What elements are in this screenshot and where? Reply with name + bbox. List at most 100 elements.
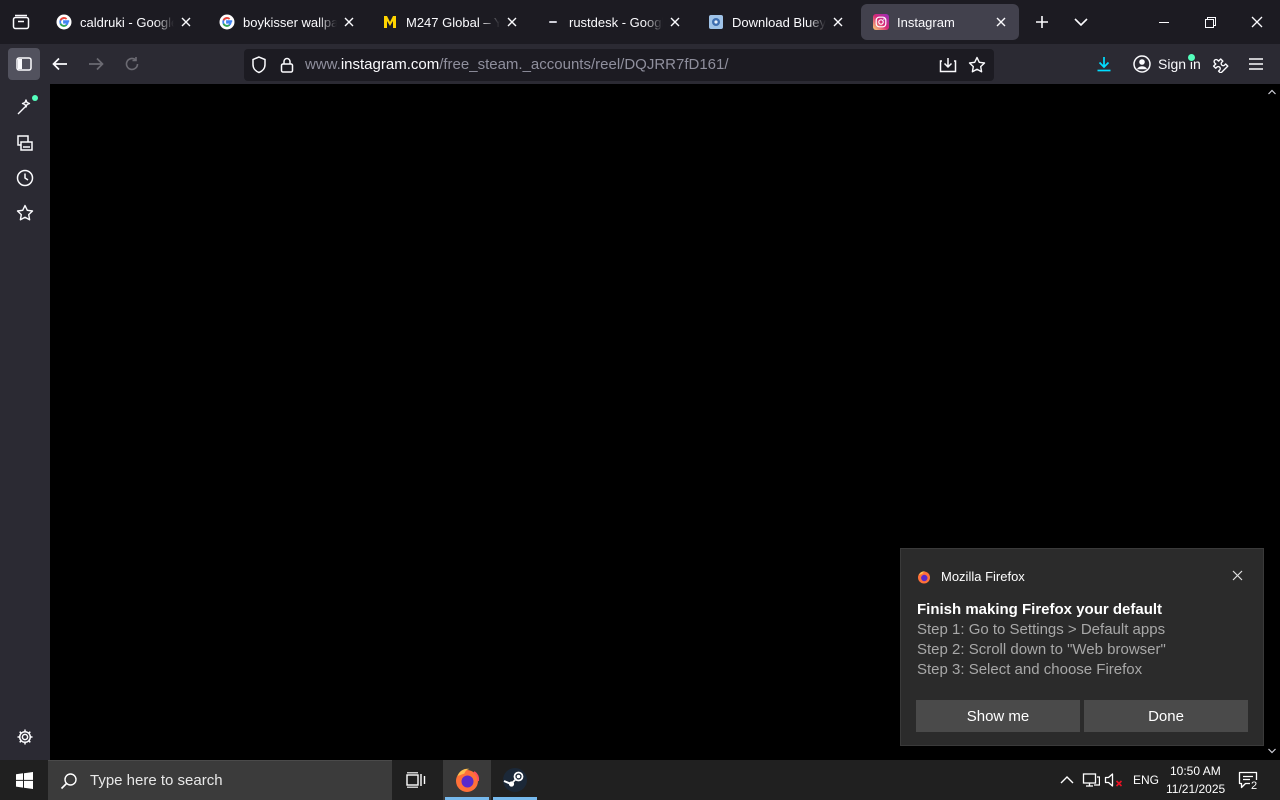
tab-title: Download Bluey Ph	[732, 14, 826, 30]
clock-time[interactable]: 10:50 AM	[1170, 764, 1221, 778]
tab-strip: caldruki - Google Se boykisser wallpaper…	[0, 0, 1280, 44]
ai-chatbot-button[interactable]	[9, 91, 41, 123]
notification-title: Finish making Firefox your default	[917, 601, 1163, 618]
scroll-down-arrow-icon[interactable]	[1268, 747, 1276, 755]
url-text[interactable]: www.instagram.com/free_steam._accounts/r…	[305, 56, 729, 73]
firefox-logo-icon	[456, 768, 480, 792]
image-favicon-icon	[708, 14, 724, 30]
done-button[interactable]: Done	[1084, 700, 1248, 732]
network-status-button[interactable]	[1081, 770, 1101, 790]
search-placeholder: Type here to search	[90, 772, 223, 789]
firefox-logo-icon	[918, 570, 930, 583]
notification-app-name: Mozilla Firefox	[941, 569, 1025, 584]
task-view-icon	[406, 772, 426, 788]
bookmarks-button[interactable]	[9, 197, 41, 229]
sidebar-toggle-button[interactable]	[8, 48, 40, 80]
synced-tabs-icon	[17, 135, 33, 151]
chevron-up-icon	[1060, 776, 1074, 784]
default-browser-notification: Mozilla Firefox Finish making Firefox yo…	[900, 548, 1264, 746]
downloads-button[interactable]	[1088, 48, 1120, 80]
notification-dot-icon	[1188, 54, 1195, 61]
show-hidden-icons-button[interactable]	[1057, 770, 1077, 790]
taskbar-firefox-button[interactable]	[443, 760, 491, 800]
close-tab-icon[interactable]	[667, 14, 683, 30]
tab-caldruki[interactable]: caldruki - Google Se	[44, 4, 204, 40]
hamburger-menu-icon	[1249, 58, 1263, 70]
tab-title: M247 Global – Your	[406, 14, 500, 30]
close-tab-icon[interactable]	[178, 14, 194, 30]
show-me-button[interactable]: Show me	[916, 700, 1080, 732]
close-tab-icon[interactable]	[504, 14, 520, 30]
plus-icon	[1036, 16, 1048, 28]
taskbar-search-box[interactable]: Type here to search	[48, 760, 392, 800]
vertical-scrollbar[interactable]	[1264, 84, 1280, 760]
notification-close-button[interactable]	[1225, 565, 1249, 585]
chevron-down-icon	[1074, 18, 1088, 26]
notification-step-1: Step 1: Go to Settings > Default apps	[917, 621, 1166, 638]
tab-instagram[interactable]: Instagram	[861, 4, 1019, 40]
tab-boykisser[interactable]: boykisser wallpaper	[207, 4, 367, 40]
task-view-button[interactable]	[392, 760, 440, 800]
tracking-protection-shield-icon[interactable]	[249, 55, 269, 75]
tab-rustdesk[interactable]: rustdesk - Google S	[533, 4, 693, 40]
url-bar[interactable]: www.instagram.com/free_steam._accounts/r…	[244, 49, 994, 81]
back-button[interactable]	[44, 48, 76, 80]
tab-title: Instagram	[897, 14, 955, 30]
firefox-view-button[interactable]	[0, 0, 42, 44]
new-tab-button[interactable]	[1024, 4, 1060, 40]
speaker-muted-icon	[1104, 773, 1123, 787]
tab-m247[interactable]: M247 Global – Your	[370, 4, 530, 40]
customize-sidebar-button[interactable]	[9, 721, 41, 753]
close-tab-icon[interactable]	[341, 14, 357, 30]
navigation-toolbar: www.instagram.com/free_steam._accounts/r…	[0, 44, 1280, 84]
back-arrow-icon	[52, 57, 67, 71]
save-to-pocket-icon[interactable]	[938, 55, 958, 75]
scroll-up-arrow-icon[interactable]	[1268, 88, 1276, 96]
close-icon	[1251, 16, 1263, 28]
settings-icon	[17, 729, 33, 745]
notification-step-2: Step 2: Scroll down to "Web browser"	[917, 641, 1166, 658]
bookmark-star-icon[interactable]	[967, 55, 987, 75]
sign-in-button[interactable]: Sign in	[1125, 48, 1209, 80]
close-tab-icon[interactable]	[993, 14, 1009, 30]
synced-tabs-button[interactable]	[9, 127, 41, 159]
start-button[interactable]	[0, 760, 48, 800]
minimize-button[interactable]	[1141, 0, 1187, 44]
lock-icon[interactable]	[277, 55, 297, 75]
tab-title: boykisser wallpaper	[243, 14, 337, 30]
volume-button[interactable]	[1104, 770, 1124, 790]
sidebar-icon	[16, 57, 32, 71]
search-icon	[60, 772, 77, 789]
reload-icon	[125, 57, 139, 71]
taskbar-steam-button[interactable]	[491, 760, 539, 800]
forward-button[interactable]	[80, 48, 112, 80]
restore-icon	[1204, 16, 1216, 28]
network-icon	[1082, 773, 1100, 787]
google-g-icon	[56, 14, 72, 30]
windows-logo-icon	[15, 771, 33, 789]
m247-logo-icon	[382, 14, 398, 30]
tab-bluey[interactable]: Download Bluey Ph	[696, 4, 856, 40]
notification-app-header: Mozilla Firefox	[917, 569, 1025, 584]
dot-favicon-icon	[545, 14, 561, 30]
app-menu-button[interactable]	[1240, 48, 1272, 80]
reload-button[interactable]	[116, 48, 148, 80]
input-language-indicator[interactable]: ENG	[1133, 773, 1159, 787]
steam-logo-icon	[503, 768, 527, 792]
ai-chatbot-icon	[17, 99, 31, 115]
list-all-tabs-button[interactable]	[1063, 4, 1099, 40]
restore-button[interactable]	[1187, 0, 1233, 44]
sidebar	[0, 84, 50, 760]
close-window-button[interactable]	[1234, 0, 1280, 44]
forward-arrow-icon	[89, 57, 104, 71]
minimize-icon	[1159, 21, 1169, 23]
notification-count-badge: 2	[1250, 780, 1259, 792]
clock-date[interactable]: 11/21/2025	[1166, 782, 1225, 796]
extensions-button[interactable]	[1204, 48, 1236, 80]
account-icon	[1133, 55, 1151, 73]
history-button[interactable]	[9, 162, 41, 194]
instagram-icon	[873, 14, 889, 30]
tab-title: caldruki - Google Se	[80, 14, 174, 30]
close-tab-icon[interactable]	[830, 14, 846, 30]
url-host: instagram.com	[340, 56, 440, 73]
